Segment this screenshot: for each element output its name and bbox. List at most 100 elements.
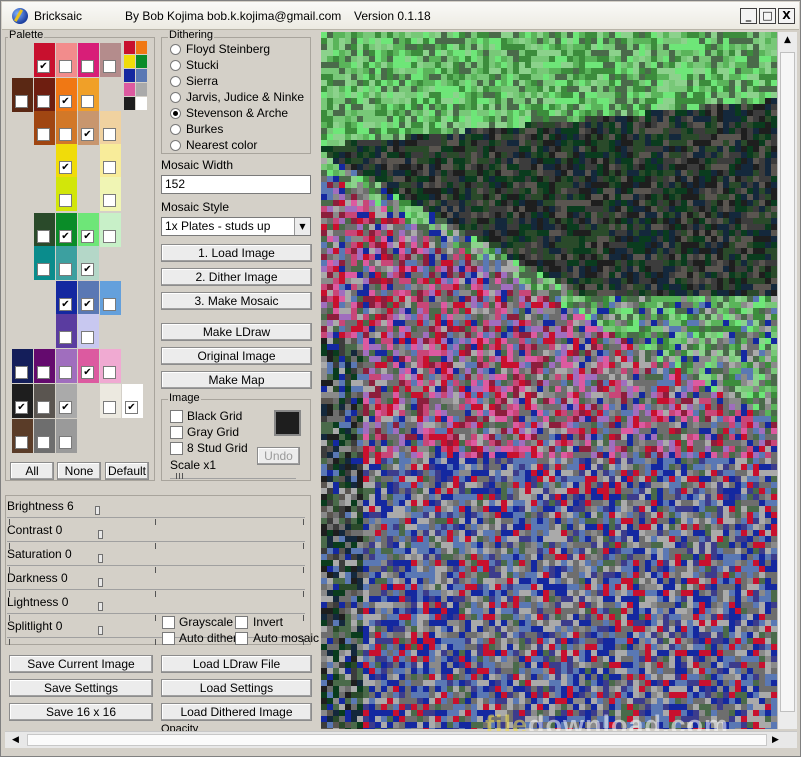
radio-icon[interactable] [170, 44, 181, 55]
palette-color-checkbox[interactable]: ✔ [81, 263, 94, 276]
palette-color-checkbox[interactable]: ✔ [81, 298, 94, 311]
palette-color-checkbox[interactable] [59, 60, 72, 73]
load-image-button[interactable]: 1. Load Image [161, 244, 312, 262]
palette-color-checkbox[interactable] [59, 194, 72, 207]
palette-color-checkbox[interactable] [37, 128, 50, 141]
palette-color-checkbox[interactable] [103, 401, 116, 414]
palette-color-checkbox[interactable] [59, 366, 72, 379]
palette-color-checkbox[interactable] [59, 128, 72, 141]
palette-color-checkbox[interactable] [37, 366, 50, 379]
palette-color-checkbox[interactable] [37, 436, 50, 449]
horizontal-scrollbar[interactable]: ◀ ▶ [5, 731, 797, 748]
palette-color-checkbox[interactable] [15, 436, 28, 449]
save-settings-button[interactable]: Save Settings [9, 679, 153, 697]
palette-color-checkbox[interactable]: ✔ [81, 128, 94, 141]
radio-icon[interactable] [170, 76, 181, 87]
palette-color-checkbox[interactable] [103, 194, 116, 207]
palette-color-checkbox[interactable] [81, 60, 94, 73]
palette-color-checkbox[interactable]: ✔ [125, 401, 138, 414]
scroll-up-icon[interactable]: ▲ [779, 32, 796, 49]
load-ldraw-button[interactable]: Load LDraw File [161, 655, 312, 673]
vertical-scroll-thumb[interactable] [780, 52, 795, 712]
load-settings-button[interactable]: Load Settings [161, 679, 312, 697]
radio-icon[interactable] [170, 124, 181, 135]
original-image-button[interactable]: Original Image [161, 347, 312, 365]
palette-color-checkbox[interactable]: ✔ [81, 366, 94, 379]
chevron-down-icon[interactable]: ▼ [294, 218, 310, 235]
maximize-button[interactable]: □ [759, 8, 776, 24]
dither-option[interactable]: Burkes [170, 123, 223, 136]
dither-image-button[interactable]: 2. Dither Image [161, 268, 312, 286]
save-16x16-button[interactable]: Save 16 x 16 [9, 703, 153, 721]
palette-color-checkbox[interactable] [15, 366, 28, 379]
palette-color-checkbox[interactable] [103, 161, 116, 174]
make-ldraw-button[interactable]: Make LDraw [161, 323, 312, 341]
radio-icon[interactable] [170, 60, 181, 71]
load-dithered-image-button[interactable]: Load Dithered Image [161, 703, 312, 721]
black-grid-checkbox[interactable] [170, 410, 183, 423]
palette-color-checkbox[interactable] [103, 366, 116, 379]
dither-option[interactable]: Stevenson & Arche [170, 107, 288, 120]
palette-color-checkbox[interactable] [103, 128, 116, 141]
dither-option[interactable]: Floyd Steinberg [170, 43, 270, 56]
palette-color-checkbox[interactable]: ✔ [59, 230, 72, 243]
palette-color-checkbox[interactable]: ✔ [81, 230, 94, 243]
palette-color-checkbox[interactable] [103, 60, 116, 73]
scroll-right-icon[interactable]: ▶ [767, 732, 784, 749]
dither-option[interactable]: Nearest color [170, 139, 257, 152]
palette-color-checkbox[interactable] [103, 298, 116, 311]
dither-option[interactable]: Jarvis, Judice & Ninke [170, 91, 304, 104]
palette-all-button[interactable]: All [10, 462, 54, 480]
palette-color-checkbox[interactable] [37, 230, 50, 243]
palette-color-checkbox[interactable]: ✔ [59, 298, 72, 311]
grid-color-swatch[interactable] [274, 410, 301, 436]
palette-color-checkbox[interactable]: ✔ [59, 401, 72, 414]
palette-color-checkbox[interactable] [15, 95, 28, 108]
radio-icon[interactable] [170, 108, 181, 119]
grayscale-checkbox[interactable] [162, 616, 175, 629]
slider-thumb[interactable] [95, 506, 100, 515]
palette-color-checkbox[interactable] [37, 401, 50, 414]
palette-color-checkbox[interactable]: ✔ [37, 60, 50, 73]
auto-mosaic-checkbox[interactable] [235, 632, 248, 645]
radio-icon[interactable] [170, 92, 181, 103]
slider-thumb[interactable] [98, 626, 103, 635]
adjustment-slider[interactable] [7, 554, 305, 573]
adjustment-slider[interactable] [7, 578, 305, 597]
save-current-image-button[interactable]: Save Current Image [9, 655, 153, 673]
slider-thumb[interactable] [98, 554, 103, 563]
scale-slider[interactable] [170, 471, 296, 479]
adjustment-slider[interactable] [7, 530, 305, 549]
dither-option[interactable]: Sierra [170, 75, 218, 88]
scroll-left-icon[interactable]: ◀ [7, 732, 24, 749]
slider-thumb[interactable] [98, 602, 103, 611]
undo-button[interactable]: Undo [257, 447, 300, 465]
make-map-button[interactable]: Make Map [161, 371, 312, 389]
palette-color-checkbox[interactable] [37, 263, 50, 276]
palette-color-checkbox[interactable] [37, 95, 50, 108]
gray-grid-checkbox[interactable] [170, 426, 183, 439]
palette-color-checkbox[interactable] [59, 263, 72, 276]
minimize-button[interactable]: _ [740, 8, 757, 24]
palette-color-checkbox[interactable]: ✔ [15, 401, 28, 414]
palette-color-checkbox[interactable] [59, 331, 72, 344]
horizontal-scroll-thumb[interactable] [27, 734, 767, 746]
palette-color-checkbox[interactable] [81, 95, 94, 108]
palette-none-button[interactable]: None [57, 462, 101, 480]
slider-thumb[interactable] [98, 578, 103, 587]
palette-color-checkbox[interactable]: ✔ [59, 161, 72, 174]
close-button[interactable]: X [778, 8, 795, 24]
adjustment-slider[interactable] [7, 602, 305, 621]
slider-thumb[interactable] [98, 530, 103, 539]
vertical-scrollbar[interactable]: ▲ [777, 32, 797, 729]
make-mosaic-button[interactable]: 3. Make Mosaic [161, 292, 312, 310]
radio-icon[interactable] [170, 140, 181, 151]
invert-checkbox[interactable] [235, 616, 248, 629]
palette-color-checkbox[interactable] [81, 331, 94, 344]
mosaic-width-input[interactable]: 152 [161, 175, 311, 194]
auto-dither-checkbox[interactable] [162, 632, 175, 645]
dither-option[interactable]: Stucki [170, 59, 219, 72]
adjustment-slider[interactable] [7, 506, 305, 525]
title-bar[interactable]: Bricksaic By Bob Kojima bob.k.kojima@gma… [2, 2, 799, 30]
palette-color-checkbox[interactable]: ✔ [59, 95, 72, 108]
